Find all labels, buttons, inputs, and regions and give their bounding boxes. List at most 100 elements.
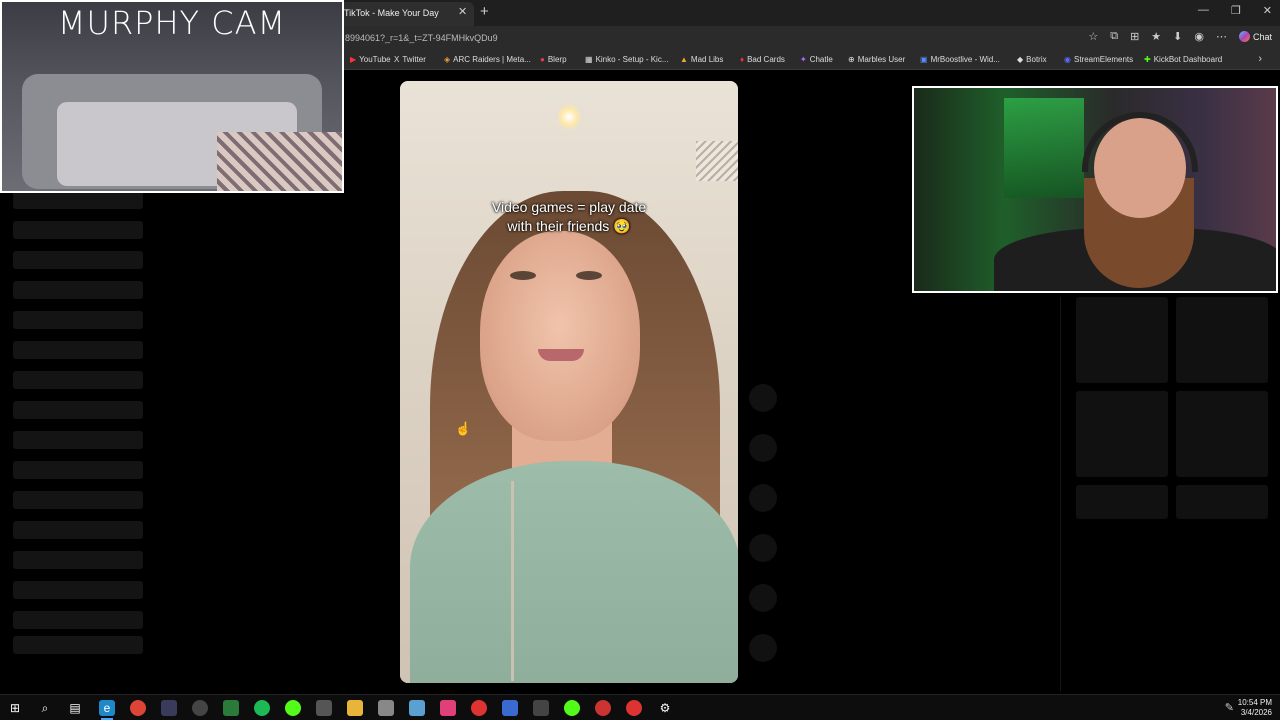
action-button-placeholder[interactable] [749,434,777,462]
video-subject-eye [576,271,602,280]
app-icon[interactable] [440,700,456,716]
clock-date: 3/4/2026 [1240,708,1272,717]
tab-tiktok[interactable]: TikTok - Make Your Day [340,2,474,26]
action-button-placeholder[interactable] [749,384,777,412]
streamer-webcam-overlay [912,86,1278,293]
action-button-placeholder[interactable] [749,534,777,562]
app-icon[interactable] [409,700,425,716]
chat-label: Chat [1252,31,1272,42]
minimize-button[interactable]: — [1198,4,1209,17]
bookmark-twitter[interactable]: X Twitter [394,55,426,64]
bookmarks-more-icon[interactable]: › [1258,53,1262,65]
caption-line-1: Video games = play date [491,199,647,215]
windows-start-icon[interactable]: ⊞ [7,700,23,716]
botrix-icon: ◆ [1017,55,1024,64]
app-icon[interactable] [316,700,332,716]
bookmark-chatle[interactable]: ✦ Chatle [800,55,833,64]
headset [1082,112,1198,172]
favorite-star-icon[interactable]: ☆ [1088,30,1098,43]
favorites-icon[interactable]: ★ [1151,30,1161,43]
settings-gear-icon[interactable]: ⚙ [657,700,673,716]
search-icon[interactable]: ⌕ [37,700,53,716]
bookmark-youtube[interactable]: ▶ YouTube [350,55,391,64]
ceiling-vent [696,141,738,181]
action-button-placeholder[interactable] [749,584,777,612]
app-icon[interactable] [626,700,642,716]
chat-button[interactable]: Chat [1238,31,1272,42]
maximize-button[interactable]: ❐ [1231,4,1241,17]
kick-icon[interactable] [285,700,301,716]
bookmark-label: KickBot Dashboard [1153,55,1223,64]
murphy-cam-overlay: MURPHY CAM [0,0,344,193]
bookmark-arc-raiders[interactable]: ◈ ARC Raiders | Meta... [444,55,531,64]
app-icon[interactable] [223,700,239,716]
bookmark-label: Chatle [809,55,833,64]
bookmark-mad-libs[interactable]: ▲ Mad Libs [680,55,723,64]
skeleton-row [13,581,143,599]
bookmark-kinko[interactable]: ▦ Kinko - Setup - Kic... [585,55,668,64]
url-field[interactable]: 8994061?_r=1&_t=ZT-94FMHkvQDu9 [345,33,498,43]
more-menu-icon[interactable]: ⋯ [1216,30,1227,43]
bookmark-mrboostlive[interactable]: ▣ MrBoostlive - Wid... [920,55,1000,64]
app-icon[interactable] [533,700,549,716]
youtube-icon: ▶ [350,55,357,64]
app-icon[interactable] [161,700,177,716]
bookmark-blerp[interactable]: ● Blerp [540,55,567,64]
globe-icon: ⊕ [848,55,855,64]
panel-divider [1060,297,1061,691]
mrboostlive-icon: ▣ [920,55,928,64]
right-skeleton-tile [1076,297,1168,383]
bookmark-bad-cards[interactable]: ♦ Bad Cards [740,55,785,64]
hoodie-zipper [511,481,514,681]
bookmark-marbles[interactable]: ⊕ Marbles User [848,55,905,64]
action-button-placeholder[interactable] [749,634,777,662]
tab-title: TikTok - Make Your Day [344,8,439,18]
toolbar-icons: ☆ ⧉ ⊞ ★ ⬇ ◉ ⋯ Chat [1088,30,1272,43]
extensions-icon[interactable]: ⧉ [1110,30,1118,43]
bookmark-label: MrBoostlive - Wid... [930,55,1000,64]
light-bulb [558,103,580,131]
skeleton-row [13,311,143,329]
edge-icon[interactable]: e [99,700,115,716]
bookmark-label: Bad Cards [747,55,785,64]
profile-avatar[interactable]: ◉ [1194,30,1204,43]
clock-time: 10:54 PM [1237,698,1272,707]
skeleton-row [13,461,143,479]
right-skeleton-tile [1176,391,1268,477]
skeleton-row [13,431,143,449]
downloads-icon[interactable]: ⬇ [1173,30,1182,43]
bookmark-label: Marbles User [857,55,906,64]
skeleton-row [13,371,143,389]
app-icon[interactable] [564,700,580,716]
chrome-icon[interactable] [130,700,146,716]
app-icon[interactable] [378,700,394,716]
system-clock[interactable]: 10:54 PM 3/4/2026 [1238,698,1272,718]
x-icon: X [394,55,400,64]
app-icon[interactable] [595,700,611,716]
action-button-placeholder[interactable] [749,484,777,512]
close-window-button[interactable]: ✕ [1263,4,1272,17]
arc-raiders-icon: ◈ [444,55,451,64]
task-view-icon[interactable]: ▤ [67,700,83,716]
new-tab-button[interactable]: + [480,3,489,20]
right-skeleton-tile [1176,297,1268,383]
bookmark-botrix[interactable]: ◆ Botrix [1017,55,1047,64]
obs-icon[interactable] [192,700,208,716]
copilot-icon [1238,31,1250,42]
file-explorer-icon[interactable] [347,700,363,716]
skeleton-row [13,221,143,239]
streamelements-icon: ◉ [1064,55,1071,64]
pen-tray-icon[interactable]: ✎ [1225,701,1234,714]
bookmark-streamelements[interactable]: ◉ StreamElements [1064,55,1133,64]
app-icon[interactable] [471,700,487,716]
blanket [217,132,342,191]
spotify-icon[interactable] [254,700,270,716]
blerp-icon: ● [540,55,545,64]
collections-icon[interactable]: ⊞ [1130,30,1139,43]
bookmark-label: Botrix [1026,55,1047,64]
right-skeleton-tile [1076,485,1168,519]
bookmark-kickbot[interactable]: ✚ KickBot Dashboard [1144,55,1222,64]
close-tab-icon[interactable]: ✕ [458,5,467,18]
app-icon[interactable] [502,700,518,716]
video-player[interactable]: Video games = play date with their frien… [400,81,738,683]
